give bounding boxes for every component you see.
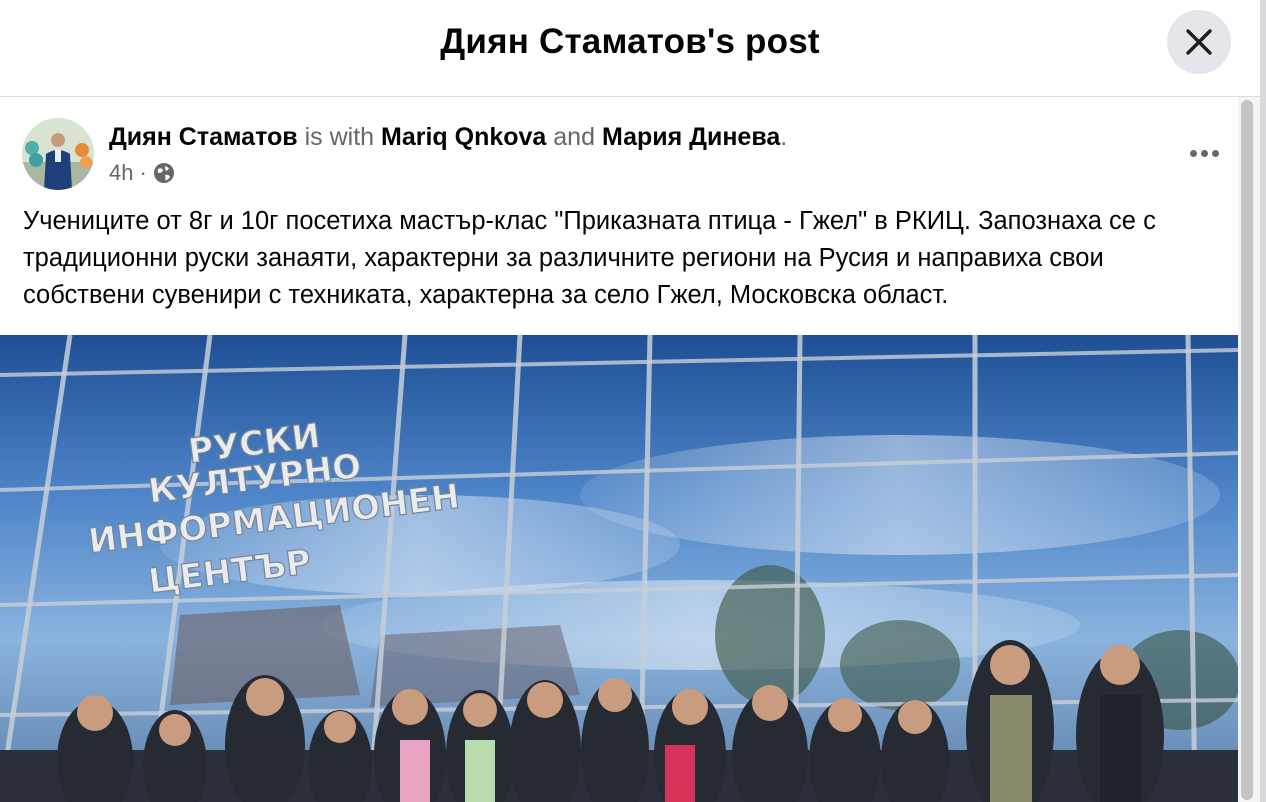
window-edge — [1260, 0, 1266, 802]
post: Диян Стаматов is with Mariq Qnkova and М… — [0, 97, 1238, 802]
author-name-link[interactable]: Диян Стаматов — [109, 123, 298, 151]
dialog-title: Диян Стаматов's post — [440, 22, 820, 61]
post-text: Учениците от 8г и 10г посетиха мастър-кл… — [23, 207, 1156, 309]
and-text: and — [546, 123, 602, 151]
globe-icon[interactable] — [153, 162, 175, 184]
close-icon — [1186, 29, 1212, 55]
tagged-user-link[interactable]: Mariq Qnkova — [381, 123, 546, 151]
avatar[interactable] — [22, 118, 94, 190]
post-meta: 4h · — [109, 160, 175, 186]
more-dot — [1212, 150, 1219, 157]
post-photo[interactable]: РУСКИ КУЛТУРНО ИНФОРМАЦИОНЕН ЦЕНТЪР — [0, 335, 1238, 802]
more-horizontal-icon — [1190, 150, 1197, 157]
close-button[interactable] — [1167, 10, 1231, 74]
post-dialog: Диян Стаматов's post Диян Стаматов is wi… — [0, 0, 1260, 802]
dialog-header: Диян Стаматов's post — [0, 0, 1260, 97]
more-dot — [1201, 150, 1208, 157]
scrollbar-thumb[interactable] — [1241, 100, 1253, 800]
post-timestamp-link[interactable]: 4h — [109, 160, 133, 186]
with-text: is with — [297, 123, 381, 151]
more-options-button[interactable] — [1182, 131, 1226, 175]
separator-dot: · — [139, 160, 147, 185]
author-line: Диян Стаматов is with Mariq Qnkova and М… — [109, 123, 787, 152]
tagged-user-link[interactable]: Мария Динева — [602, 123, 780, 151]
end-punct: . — [780, 123, 788, 151]
